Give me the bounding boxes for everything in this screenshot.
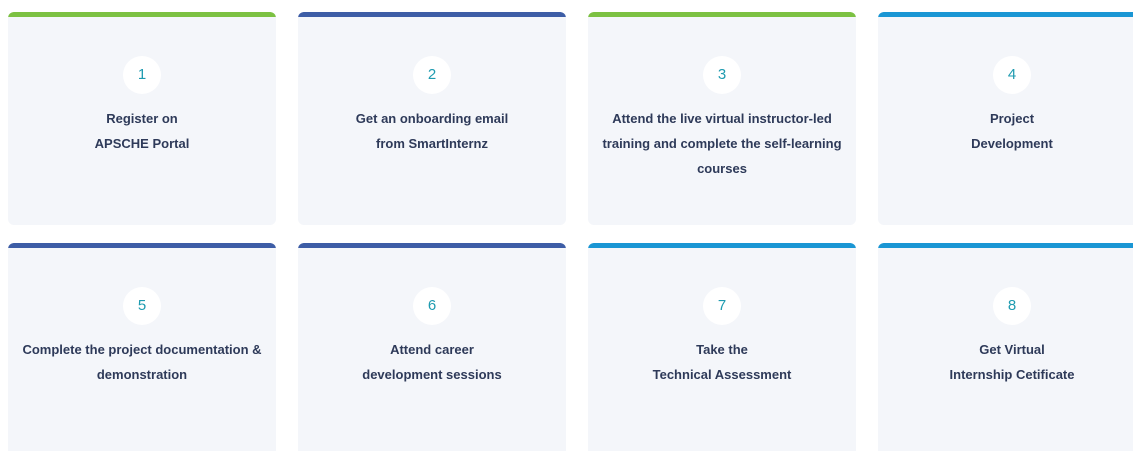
step-card-1: 1 Register on APSCHE Portal [8, 12, 276, 225]
accent-bar [878, 243, 1133, 248]
step-line: Take the [696, 342, 748, 357]
step-card-8: 8 Get Virtual Internship Cetificate [878, 243, 1133, 451]
step-number: 3 [703, 56, 741, 94]
step-number: 7 [703, 287, 741, 325]
step-description: Register on APSCHE Portal [14, 106, 270, 156]
step-line: Register on [106, 111, 178, 126]
step-number: 2 [413, 56, 451, 94]
accent-bar [8, 243, 276, 248]
step-description: Get Virtual Internship Cetificate [884, 337, 1133, 387]
step-number: 5 [123, 287, 161, 325]
step-line: Get an onboarding email [355, 111, 509, 126]
step-card-4: 4 Project Development [878, 12, 1133, 225]
step-card-5: 5 Complete the project documentation & d… [8, 243, 276, 451]
step-card-2: 2 Get an onboarding email from SmartInte… [298, 12, 566, 225]
step-description: Get an onboarding email from SmartIntern… [304, 106, 560, 156]
step-number: 4 [993, 56, 1031, 94]
accent-bar [878, 12, 1133, 17]
step-line: training and complete the self-learning [602, 136, 842, 151]
step-description: Project Development [884, 106, 1133, 156]
step-card-3: 3 Attend the live virtual instructor-led… [588, 12, 856, 225]
step-line: development sessions [362, 367, 502, 382]
step-line: courses [697, 161, 747, 176]
step-card-7: 7 Take the Technical Assessment [588, 243, 856, 451]
step-line: APSCHE Portal [94, 136, 190, 151]
step-line: Project [989, 111, 1035, 126]
accent-bar [298, 12, 566, 17]
step-description: Attend the live virtual instructor-led t… [594, 106, 850, 181]
step-line: Complete the project documentation & [22, 342, 262, 357]
accent-bar [588, 243, 856, 248]
step-line: Attend career [390, 342, 474, 357]
step-description: Complete the project documentation & dem… [14, 337, 270, 387]
step-description: Take the Technical Assessment [594, 337, 850, 387]
step-number: 1 [123, 56, 161, 94]
step-line: Development [971, 136, 1053, 151]
step-line: Attend the live virtual instructor-led [612, 111, 832, 126]
step-line: demonstration [96, 367, 188, 382]
step-line: from SmartInternz [376, 136, 488, 151]
accent-bar [298, 243, 566, 248]
accent-bar [588, 12, 856, 17]
step-description: Attend career development sessions [304, 337, 560, 387]
steps-grid: 1 Register on APSCHE Portal 2 Get an onb… [0, 0, 1133, 451]
step-line: Technical Assessment [652, 367, 792, 382]
step-card-6: 6 Attend career development sessions [298, 243, 566, 451]
step-line: Internship Cetificate [949, 367, 1075, 382]
step-number: 6 [413, 287, 451, 325]
accent-bar [8, 12, 276, 17]
step-line: Get Virtual [979, 342, 1045, 357]
step-number: 8 [993, 287, 1031, 325]
